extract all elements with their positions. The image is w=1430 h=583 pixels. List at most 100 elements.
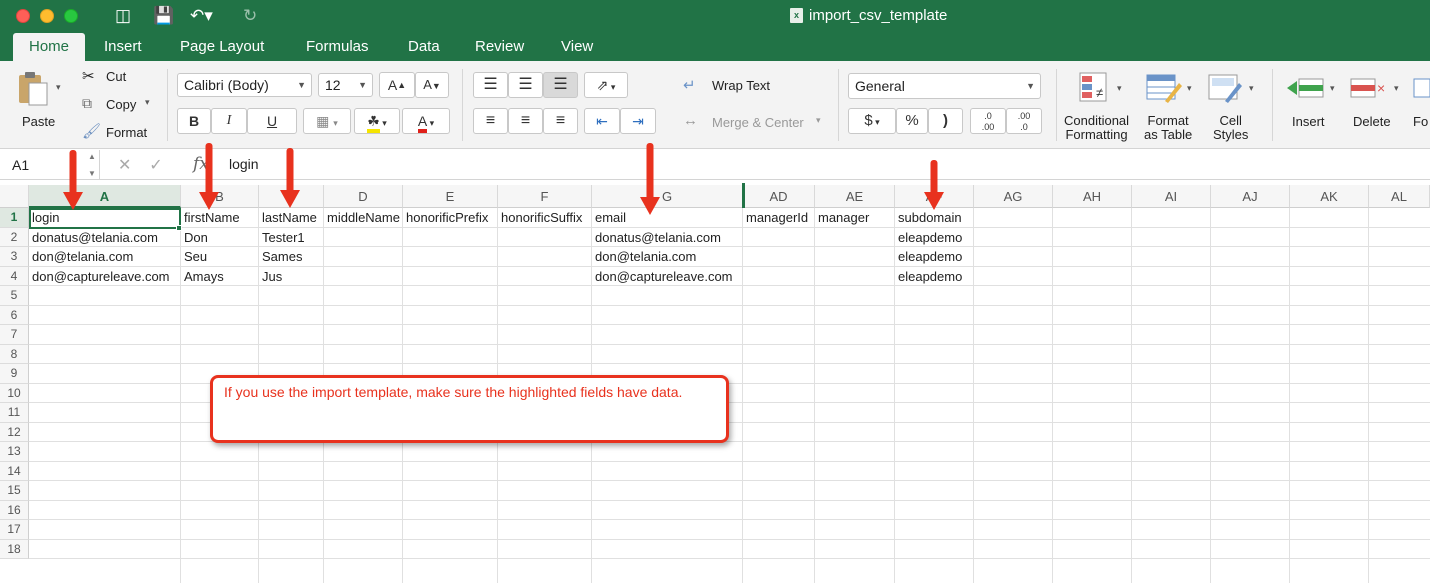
- format-cells-button[interactable]: Fo: [1413, 114, 1428, 129]
- tab-home[interactable]: Home: [13, 33, 85, 61]
- column-header-aj[interactable]: AJ: [1211, 185, 1290, 208]
- row-header-10[interactable]: 10: [0, 383, 29, 403]
- conditional-formatting-icon[interactable]: ≠: [1076, 71, 1114, 105]
- copy-icon[interactable]: ⧉: [82, 95, 92, 112]
- cell-g4[interactable]: don@captureleave.com: [592, 267, 733, 286]
- decrease-indent-button[interactable]: ⇤: [584, 108, 620, 134]
- cell-c2[interactable]: Tester1: [259, 228, 305, 247]
- row-header-3[interactable]: 3: [0, 247, 29, 267]
- increase-font-size-button[interactable]: A▲: [379, 72, 415, 98]
- font-size-select[interactable]: 12 ▼: [318, 73, 373, 97]
- align-right-button[interactable]: ≡: [543, 108, 578, 134]
- scissors-icon[interactable]: ✂: [82, 67, 95, 85]
- delete-dropdown-icon[interactable]: ▾: [1394, 83, 1399, 94]
- cell-ad1[interactable]: managerId: [743, 208, 808, 227]
- fill-handle[interactable]: [176, 225, 182, 231]
- cell-b2[interactable]: Don: [181, 228, 208, 247]
- format-cells-icon[interactable]: [1412, 73, 1430, 103]
- merge-center-button[interactable]: Merge & Center: [712, 115, 804, 130]
- paste-dropdown-icon[interactable]: ▾: [56, 82, 61, 93]
- cell-af4[interactable]: eleapdemo: [895, 267, 962, 286]
- row-header-12[interactable]: 12: [0, 422, 29, 442]
- cut-button[interactable]: Cut: [106, 69, 126, 84]
- zoom-window-button[interactable]: [64, 9, 78, 23]
- font-name-select[interactable]: Calibri (Body) ▼: [177, 73, 312, 97]
- row-header-2[interactable]: 2: [0, 227, 29, 247]
- row-header-6[interactable]: 6: [0, 305, 29, 325]
- wrap-text-button[interactable]: Wrap Text: [712, 78, 770, 93]
- enter-icon[interactable]: ✓: [149, 157, 162, 174]
- cell-g3[interactable]: don@telania.com: [592, 247, 696, 266]
- cell-styles-button[interactable]: Cell Styles: [1213, 114, 1248, 142]
- cell-c1[interactable]: lastName: [259, 208, 317, 227]
- conditional-dropdown-icon[interactable]: ▾: [1117, 83, 1122, 94]
- decrease-font-size-button[interactable]: A▼: [415, 72, 449, 98]
- align-bottom-button[interactable]: ☰: [543, 72, 578, 98]
- cell-styles-icon[interactable]: [1207, 71, 1245, 105]
- percent-button[interactable]: %: [896, 108, 928, 134]
- column-header-d[interactable]: D: [324, 185, 403, 208]
- column-header-al[interactable]: AL: [1369, 185, 1430, 208]
- cell-f1[interactable]: honorificSuffix: [498, 208, 582, 227]
- column-header-f[interactable]: F: [498, 185, 592, 208]
- column-header-ae[interactable]: AE: [815, 185, 895, 208]
- increase-indent-button[interactable]: ⇥: [620, 108, 656, 134]
- redo-icon[interactable]: ↻: [243, 6, 257, 26]
- font-color-button[interactable]: A ▾: [402, 108, 450, 134]
- format-painter-button[interactable]: Format: [106, 125, 147, 140]
- name-box[interactable]: A1 ▲ ▼: [0, 150, 100, 180]
- column-header-ad[interactable]: AD: [743, 185, 815, 208]
- increase-decimal-button[interactable]: .0 .00: [970, 108, 1006, 134]
- close-window-button[interactable]: [16, 9, 30, 23]
- cell-c4[interactable]: Jus: [259, 267, 282, 286]
- cell-af1[interactable]: subdomain: [895, 208, 962, 227]
- row-header-11[interactable]: 11: [0, 403, 29, 423]
- orientation-button[interactable]: ⇗ ▾: [584, 72, 628, 98]
- tab-review[interactable]: Review: [463, 33, 536, 61]
- column-header-ah[interactable]: AH: [1053, 185, 1132, 208]
- formula-input[interactable]: login: [229, 156, 259, 172]
- cell-b1[interactable]: firstName: [181, 208, 240, 227]
- row-header-16[interactable]: 16: [0, 500, 29, 520]
- cell-a3[interactable]: don@telania.com: [29, 247, 133, 266]
- cell-c3[interactable]: Sames: [259, 247, 302, 266]
- format-painter-icon[interactable]: 🖌: [82, 122, 101, 140]
- cell-styles-dropdown-icon[interactable]: ▾: [1249, 83, 1254, 94]
- decrease-decimal-button[interactable]: .00 .0: [1006, 108, 1042, 134]
- row-header-17[interactable]: 17: [0, 520, 29, 540]
- copy-dropdown-icon[interactable]: ▾: [145, 97, 150, 108]
- cell-a2[interactable]: donatus@telania.com: [29, 228, 158, 247]
- comma-style-button[interactable]: ): [928, 108, 963, 134]
- column-header-b[interactable]: B: [181, 185, 259, 208]
- paste-label[interactable]: Paste: [22, 114, 55, 129]
- row-header-4[interactable]: 4: [0, 266, 29, 286]
- sidebar-icon[interactable]: ◫: [115, 6, 131, 26]
- borders-button[interactable]: ▦ ▾: [303, 108, 351, 134]
- select-all-corner[interactable]: [0, 185, 29, 208]
- cell-g1[interactable]: email: [592, 208, 626, 227]
- bold-button[interactable]: B: [177, 108, 211, 134]
- cancel-icon[interactable]: ✕: [118, 157, 131, 174]
- row-header-13[interactable]: 13: [0, 442, 29, 462]
- format-as-table-icon[interactable]: [1145, 71, 1183, 105]
- delete-cells-icon[interactable]: ×: [1349, 73, 1391, 103]
- delete-cells-button[interactable]: Delete: [1353, 114, 1391, 129]
- tab-view[interactable]: View: [549, 33, 605, 61]
- row-header-1[interactable]: 1: [0, 208, 29, 228]
- cell-b3[interactable]: Seu: [181, 247, 207, 266]
- insert-dropdown-icon[interactable]: ▾: [1330, 83, 1335, 94]
- cell-d1[interactable]: middleName: [324, 208, 400, 227]
- fill-color-button[interactable]: ☘ ▾: [354, 108, 400, 134]
- align-left-button[interactable]: ≡: [473, 108, 508, 134]
- paste-icon[interactable]: [16, 69, 50, 106]
- cell-ae1[interactable]: manager: [815, 208, 869, 227]
- name-box-stepper-icon[interactable]: ▲ ▼: [88, 148, 96, 182]
- row-header-15[interactable]: 15: [0, 481, 29, 501]
- merge-dropdown-icon[interactable]: ▾: [816, 115, 821, 126]
- align-middle-button[interactable]: ☰: [508, 72, 543, 98]
- column-header-ak[interactable]: AK: [1290, 185, 1369, 208]
- wrap-text-icon[interactable]: ↵: [683, 76, 696, 94]
- format-table-dropdown-icon[interactable]: ▾: [1187, 83, 1192, 94]
- cell-e1[interactable]: honorificPrefix: [403, 208, 488, 227]
- insert-cells-button[interactable]: Insert: [1292, 114, 1325, 129]
